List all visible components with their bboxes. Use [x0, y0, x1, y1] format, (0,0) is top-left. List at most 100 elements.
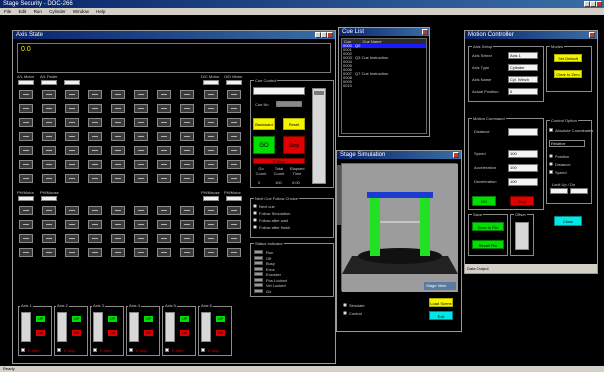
fader-control[interactable]: [19, 220, 33, 229]
fader-control[interactable]: [157, 248, 171, 257]
fader-control[interactable]: [204, 146, 218, 155]
fader-control[interactable]: [19, 174, 33, 183]
fader-control[interactable]: [111, 174, 125, 183]
fader-control[interactable]: [19, 132, 33, 141]
next-cue-radio[interactable]: [253, 218, 257, 222]
cue-select[interactable]: [253, 87, 305, 95]
fader-control[interactable]: [180, 146, 194, 155]
main-close-icon[interactable]: [327, 32, 333, 38]
fader-control[interactable]: [65, 174, 79, 183]
fader-control[interactable]: [111, 234, 125, 243]
stage-mode-radio[interactable]: [343, 303, 347, 307]
cue-list-close-icon[interactable]: [422, 29, 428, 35]
fader-control[interactable]: [204, 234, 218, 243]
menu-run[interactable]: Run: [34, 9, 42, 14]
fader-control[interactable]: [157, 220, 171, 229]
fader-control[interactable]: [65, 248, 79, 257]
fader-control[interactable]: [65, 146, 79, 155]
channel-up-button[interactable]: UP: [144, 316, 153, 322]
fader-name-box[interactable]: [226, 196, 242, 201]
fader-control[interactable]: [88, 146, 102, 155]
fader-control[interactable]: [88, 174, 102, 183]
fader-control[interactable]: [180, 104, 194, 113]
fader-control[interactable]: [111, 90, 125, 99]
fader-control[interactable]: [19, 104, 33, 113]
fader-control[interactable]: [65, 104, 79, 113]
clear-to-zero-button[interactable]: Clear to Zero: [554, 70, 582, 78]
close-icon[interactable]: [596, 1, 602, 7]
channel-up-button[interactable]: UP: [36, 316, 45, 322]
fader-control[interactable]: [65, 234, 79, 243]
speed-checkbox[interactable]: [549, 170, 553, 174]
fader-control[interactable]: [134, 248, 148, 257]
estop-button[interactable]: E-Stop: [253, 158, 305, 164]
motion-controller-close-icon[interactable]: [589, 32, 595, 38]
fader-control[interactable]: [65, 220, 79, 229]
fader-name-box[interactable]: [18, 196, 34, 201]
fader-control[interactable]: [42, 146, 56, 155]
menu-cylinder[interactable]: Cylinder: [49, 9, 66, 14]
fader-control[interactable]: [134, 146, 148, 155]
fader-control[interactable]: [157, 206, 171, 215]
channel-enable-checkbox[interactable]: [129, 348, 133, 352]
channel-enable-checkbox[interactable]: [201, 348, 205, 352]
fader-control[interactable]: [19, 206, 33, 215]
fader-control[interactable]: [42, 118, 56, 127]
fader-control[interactable]: [88, 132, 102, 141]
axis-field-input[interactable]: Axis 1: [508, 52, 538, 59]
fader-name-box[interactable]: [64, 80, 80, 85]
fader-control[interactable]: [134, 132, 148, 141]
fader-control[interactable]: [180, 206, 194, 215]
fader-control[interactable]: [88, 220, 102, 229]
close-button[interactable]: Close: [554, 216, 582, 226]
motion-field-input[interactable]: 100: [508, 178, 538, 186]
fader-control[interactable]: [65, 118, 79, 127]
channel-down-button[interactable]: DN: [108, 330, 117, 336]
fader-control[interactable]: [204, 174, 218, 183]
fader-control[interactable]: [157, 90, 171, 99]
fader-control[interactable]: [204, 132, 218, 141]
menu-window[interactable]: Window: [73, 9, 89, 14]
channel-down-button[interactable]: DN: [216, 330, 225, 336]
fader-control[interactable]: [88, 234, 102, 243]
fader-control[interactable]: [88, 248, 102, 257]
channel-down-button[interactable]: DN: [72, 330, 81, 336]
fader-control[interactable]: [157, 160, 171, 169]
fader-control[interactable]: [42, 160, 56, 169]
fader-control[interactable]: [42, 104, 56, 113]
fader-control[interactable]: [42, 248, 56, 257]
fader-name-box[interactable]: [41, 196, 57, 201]
fader-control[interactable]: [134, 234, 148, 243]
cue-no-field[interactable]: [276, 101, 302, 107]
channel-fader[interactable]: [57, 312, 67, 342]
channel-enable-checkbox[interactable]: [93, 348, 97, 352]
limit-field[interactable]: [570, 188, 588, 194]
menu-edit[interactable]: Edit: [19, 9, 27, 14]
fader-control[interactable]: [134, 104, 148, 113]
fader-control[interactable]: [204, 248, 218, 257]
fader-control[interactable]: [65, 160, 79, 169]
go-button[interactable]: GO: [253, 136, 275, 154]
fader-control[interactable]: [180, 160, 194, 169]
menu-help[interactable]: Help: [96, 9, 105, 14]
fader-control[interactable]: [204, 90, 218, 99]
fader-control[interactable]: [111, 146, 125, 155]
limit-field[interactable]: [550, 188, 568, 194]
channel-up-button[interactable]: UP: [216, 316, 225, 322]
fader-control[interactable]: [227, 234, 241, 243]
fader-control[interactable]: [88, 160, 102, 169]
fader-control[interactable]: [157, 104, 171, 113]
cue-list-row[interactable]: 0010: [342, 84, 426, 88]
fader-control[interactable]: [65, 132, 79, 141]
backward-button[interactable]: Backward: [253, 118, 275, 130]
fader-control[interactable]: [180, 118, 194, 127]
fader-control[interactable]: [88, 118, 102, 127]
fader-control[interactable]: [111, 206, 125, 215]
channel-down-button[interactable]: DN: [36, 330, 45, 336]
fader-control[interactable]: [111, 248, 125, 257]
fader-control[interactable]: [180, 220, 194, 229]
fader-control[interactable]: [42, 132, 56, 141]
axis-field-input[interactable]: 0: [508, 88, 538, 95]
fader-control[interactable]: [180, 234, 194, 243]
fader-control[interactable]: [204, 160, 218, 169]
